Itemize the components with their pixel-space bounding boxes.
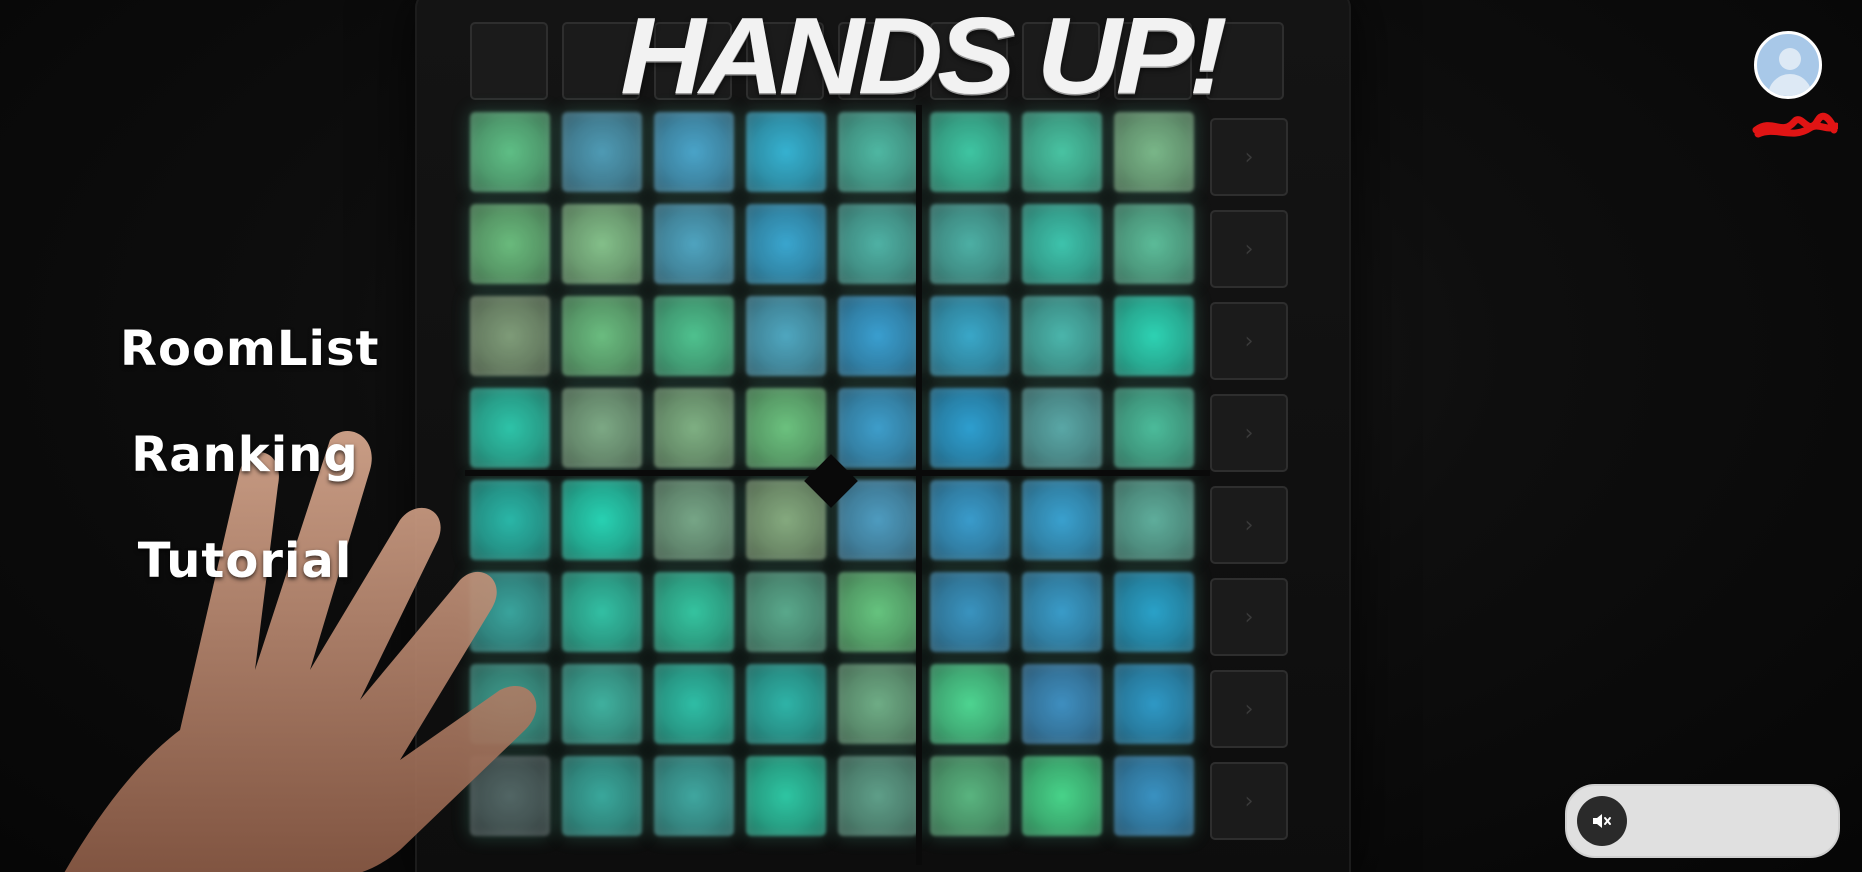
launchpad-pad (654, 572, 734, 652)
launchpad-pad (1114, 664, 1194, 744)
launchpad-pad (470, 112, 550, 192)
launchpad-pad (746, 204, 826, 284)
launchpad-pad (562, 388, 642, 468)
launchpad-pad (654, 664, 734, 744)
launchpad-arrow-icon: › (1210, 118, 1288, 196)
launchpad-arrow-icon: › (1210, 486, 1288, 564)
launchpad-pad (1114, 572, 1194, 652)
launchpad-arrow-icon: › (1210, 670, 1288, 748)
launchpad-pad (654, 296, 734, 376)
launchpad-pad (746, 388, 826, 468)
launchpad-pad (930, 756, 1010, 836)
launchpad-pad (654, 204, 734, 284)
launchpad-pad (838, 112, 918, 192)
launchpad-pad (746, 572, 826, 652)
launchpad-pad (654, 388, 734, 468)
launchpad-pad (1114, 204, 1194, 284)
launchpad-pad (746, 112, 826, 192)
launchpad-pad (1114, 480, 1194, 560)
speaker-muted-icon (1593, 814, 1611, 828)
launchpad-arrow-icon: › (1210, 210, 1288, 288)
username-redaction-scribble (1752, 112, 1838, 138)
launchpad-pad (562, 480, 642, 560)
launchpad-pad (1022, 204, 1102, 284)
launchpad-divider (916, 105, 922, 865)
launchpad-pad (930, 388, 1010, 468)
volume-control[interactable] (1565, 784, 1840, 858)
launchpad-pad (746, 664, 826, 744)
launchpad-pad (746, 480, 826, 560)
menu-item-ranking[interactable]: Ranking (120, 402, 370, 508)
app-title: HANDS UP! (620, 0, 1228, 117)
launchpad-pad (470, 480, 550, 560)
launchpad-pad (1022, 388, 1102, 468)
launchpad-pad (930, 572, 1010, 652)
launchpad-pad (1114, 756, 1194, 836)
launchpad-pad (930, 664, 1010, 744)
launchpad-pad (562, 112, 642, 192)
launchpad-pad (838, 756, 918, 836)
launchpad-pad (654, 480, 734, 560)
menu-item-tutorial[interactable]: Tutorial (120, 508, 370, 614)
launchpad-pad (1114, 112, 1194, 192)
avatar-body-shape (1768, 74, 1812, 96)
launchpad-pad (470, 296, 550, 376)
launchpad-pad (470, 572, 550, 652)
launchpad-pad (1022, 572, 1102, 652)
launchpad-pad (1022, 296, 1102, 376)
launchpad-pad (562, 664, 642, 744)
launchpad-pad (1114, 388, 1194, 468)
launchpad-arrow-icon: › (1210, 578, 1288, 656)
launchpad-pad (1022, 756, 1102, 836)
launchpad-pad (838, 388, 918, 468)
launchpad-pad (930, 204, 1010, 284)
launchpad-pad (838, 480, 918, 560)
mute-button[interactable] (1577, 796, 1627, 846)
launchpad-pad (562, 296, 642, 376)
launchpad-pad (654, 112, 734, 192)
launchpad-pad (838, 296, 918, 376)
launchpad-pad (1022, 664, 1102, 744)
launchpad-pad (654, 756, 734, 836)
launchpad-pad (470, 388, 550, 468)
launchpad-arrow-icon: › (1210, 394, 1288, 472)
menu-item-roomlist[interactable]: RoomList (120, 296, 378, 402)
launchpad-scene-buttons: › › › › › › › › (1210, 118, 1288, 842)
launchpad-pad (1022, 480, 1102, 560)
avatar-head-shape (1779, 48, 1801, 70)
launchpad-pad (1022, 112, 1102, 192)
launchpad-arrow-icon: › (1210, 302, 1288, 380)
launchpad-pad (746, 756, 826, 836)
launchpad-pad (838, 572, 918, 652)
launchpad-pad (470, 204, 550, 284)
launchpad-pad (562, 204, 642, 284)
launchpad-pad (470, 756, 550, 836)
launchpad-pad (838, 664, 918, 744)
launchpad-pad (1114, 296, 1194, 376)
launchpad-arrow-icon: › (1210, 762, 1288, 840)
launchpad-pad (746, 296, 826, 376)
launchpad-pad (930, 480, 1010, 560)
launchpad-pad (930, 296, 1010, 376)
launchpad-pad (470, 664, 550, 744)
launchpad-pad (930, 112, 1010, 192)
user-avatar-icon[interactable] (1754, 31, 1822, 99)
launchpad-pad (838, 204, 918, 284)
launchpad-pad (562, 756, 642, 836)
launchpad-pad (562, 572, 642, 652)
main-menu: RoomList Ranking Tutorial (120, 296, 378, 614)
